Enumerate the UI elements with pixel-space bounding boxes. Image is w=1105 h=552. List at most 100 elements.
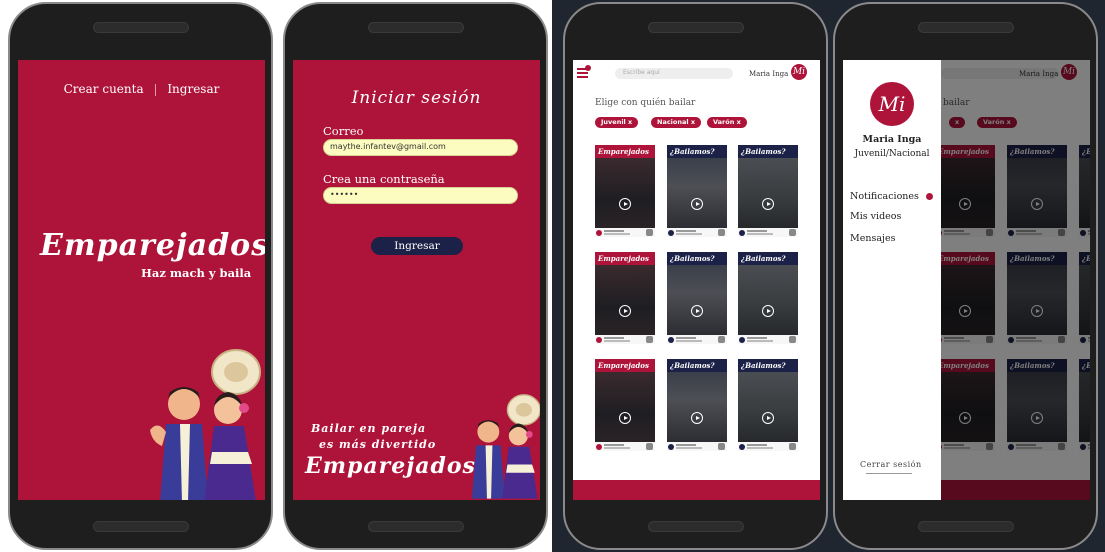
login-button[interactable]: Ingresar	[371, 237, 463, 255]
phone-homebar	[647, 521, 744, 532]
video-card-footer	[738, 336, 798, 344]
author-name-placeholder	[604, 337, 624, 339]
side-drawer: Mi Maria Inga Juvenil/Nacional Notificac…	[843, 60, 941, 500]
like-icon[interactable]	[646, 443, 653, 450]
notification-dot	[926, 193, 933, 200]
video-card-title: ¿Bailamos?	[738, 145, 798, 158]
avatar[interactable]: Mi	[791, 64, 807, 80]
play-icon[interactable]	[619, 198, 631, 210]
login-screen: Iniciar sesión Correo maythe.infantev@gm…	[293, 60, 540, 500]
video-card[interactable]: ¿Bailamos?	[667, 145, 727, 237]
video-card[interactable]: ¿Bailamos?	[667, 359, 727, 451]
phone-homebar	[917, 521, 1014, 532]
video-card-footer	[595, 229, 655, 237]
author-avatar	[739, 444, 745, 450]
author-name-placeholder	[676, 337, 696, 339]
author-meta-placeholder	[676, 233, 702, 235]
video-card-title: ¿Bailamos?	[738, 359, 798, 372]
create-account-link[interactable]: Crear cuenta	[64, 82, 144, 96]
video-card-footer	[667, 443, 727, 451]
section-title: Elige con quién bailar	[595, 98, 696, 108]
logout-underline	[866, 473, 912, 474]
email-label: Correo	[323, 124, 364, 138]
menu-item-notificaciones[interactable]: Notificaciones	[850, 191, 919, 202]
video-card-title: Emparejados	[595, 359, 655, 372]
menu-item-mis-videos[interactable]: Mis videos	[850, 211, 901, 222]
phone-speaker	[92, 22, 189, 33]
play-icon[interactable]	[762, 198, 774, 210]
video-card-title: ¿Bailamos?	[667, 359, 727, 372]
video-thumbnail	[738, 372, 798, 442]
author-name-placeholder	[747, 337, 767, 339]
like-icon[interactable]	[646, 229, 653, 236]
video-card-title: Emparejados	[595, 252, 655, 265]
play-icon[interactable]	[619, 305, 631, 317]
video-card-footer	[595, 443, 655, 451]
video-card[interactable]: ¿Bailamos?	[738, 359, 798, 451]
link-separator: |	[153, 82, 158, 96]
video-card[interactable]: Emparejados	[595, 252, 655, 344]
video-thumbnail	[667, 265, 727, 335]
author-meta-placeholder	[676, 447, 702, 449]
drawer-user-category: Juvenil/Nacional	[854, 149, 930, 159]
play-icon[interactable]	[762, 305, 774, 317]
auth-links: Crear cuenta | Ingresar	[18, 82, 265, 96]
drawer-avatar: Mi	[870, 82, 914, 126]
video-card[interactable]: ¿Bailamos?	[667, 252, 727, 344]
brand-logo: Emparejados	[305, 453, 476, 479]
like-icon[interactable]	[789, 229, 796, 236]
author-avatar	[596, 230, 602, 236]
video-thumbnail	[738, 265, 798, 335]
video-card-footer	[667, 336, 727, 344]
feed-screen: Escribe aquí Maria Inga Mi Elige con qui…	[573, 60, 820, 500]
welcome-screen: Crear cuenta | Ingresar Emparejados Haz …	[18, 60, 265, 500]
logout-button[interactable]: Cerrar sesión	[860, 460, 922, 469]
drawer-user-name: Maria Inga	[862, 134, 922, 145]
play-icon[interactable]	[691, 305, 703, 317]
phone-speaker	[917, 22, 1014, 33]
filter-chip-nacional[interactable]: Nacional x	[651, 117, 702, 128]
search-input[interactable]: Escribe aquí	[615, 68, 733, 79]
filter-chip-juvenil[interactable]: Juvenil x	[595, 117, 639, 128]
phone-speaker	[367, 22, 464, 33]
like-icon[interactable]	[718, 443, 725, 450]
video-card[interactable]: Emparejados	[595, 359, 655, 451]
login-link[interactable]: Ingresar	[167, 82, 219, 96]
play-icon[interactable]	[691, 198, 703, 210]
video-card-footer	[595, 336, 655, 344]
like-icon[interactable]	[789, 336, 796, 343]
author-name-placeholder	[747, 230, 767, 232]
video-thumbnail	[595, 158, 655, 228]
phone-homebar	[367, 521, 464, 532]
author-name-placeholder	[676, 230, 696, 232]
video-card[interactable]: Emparejados	[595, 145, 655, 237]
dancing-couple-illustration	[471, 394, 540, 499]
filter-chip-varon[interactable]: Varón x	[707, 117, 747, 128]
password-label: Crea una contraseña	[323, 172, 445, 186]
author-meta-placeholder	[604, 447, 630, 449]
phone-login: Iniciar sesión Correo maythe.infantev@gm…	[283, 2, 548, 550]
author-name-placeholder	[676, 444, 696, 446]
video-card[interactable]: ¿Bailamos?	[738, 252, 798, 344]
user-name: Maria Inga	[749, 70, 789, 78]
email-field[interactable]: maythe.infantev@gmail.com	[323, 139, 518, 156]
like-icon[interactable]	[718, 229, 725, 236]
like-icon[interactable]	[646, 336, 653, 343]
like-icon[interactable]	[718, 336, 725, 343]
tagline: Haz mach y baila	[141, 266, 252, 280]
play-icon[interactable]	[619, 412, 631, 424]
menu-item-mensajes[interactable]: Mensajes	[850, 233, 895, 244]
video-card-title: ¿Bailamos?	[738, 252, 798, 265]
password-field[interactable]: ••••••	[323, 187, 518, 204]
video-card-footer	[738, 443, 798, 451]
phone-homebar	[92, 521, 189, 532]
video-thumbnail	[595, 372, 655, 442]
video-card[interactable]: ¿Bailamos?	[738, 145, 798, 237]
author-avatar	[596, 337, 602, 343]
like-icon[interactable]	[789, 443, 796, 450]
play-icon[interactable]	[762, 412, 774, 424]
play-icon[interactable]	[691, 412, 703, 424]
notification-dot	[585, 65, 591, 71]
author-meta-placeholder	[747, 340, 773, 342]
author-meta-placeholder	[747, 233, 773, 235]
